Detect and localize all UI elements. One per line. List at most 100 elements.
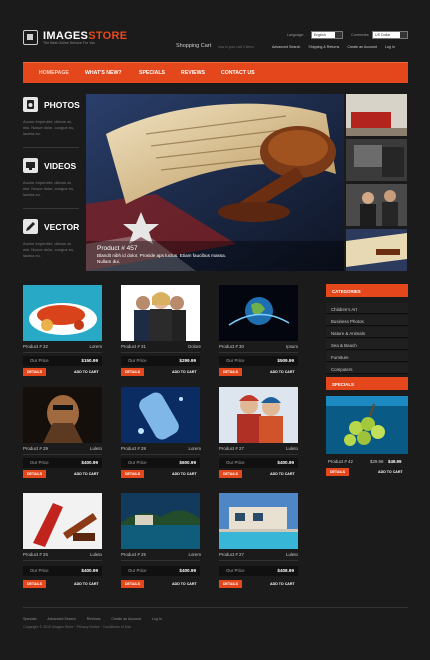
product-name[interactable]: Product # 32 <box>23 344 48 349</box>
divider <box>121 560 200 561</box>
currency-select[interactable]: US Dollar <box>372 31 408 39</box>
details-button[interactable]: DETAILS <box>23 470 46 478</box>
category-item[interactable]: Nature & Animals <box>326 327 408 338</box>
price-label: Our Price <box>226 460 245 465</box>
price-label: Our Price <box>226 358 245 363</box>
create-account-link[interactable]: Create an Account <box>347 45 377 49</box>
nav-reviews[interactable]: REVIEWS <box>181 70 205 76</box>
product-image-27[interactable] <box>219 387 298 443</box>
advanced-search-link[interactable]: Advanced Search <box>272 45 300 49</box>
vector-description: Auctor imperdiet, dictum at, nisi. Nosce… <box>23 241 75 259</box>
hero-thumb-4[interactable] <box>346 229 407 271</box>
hero-title[interactable]: Product # 457 <box>97 245 137 252</box>
add-to-cart-button[interactable]: ADD TO CART <box>172 470 197 478</box>
details-button[interactable]: DETAILS <box>219 470 242 478</box>
add-to-cart-button[interactable]: ADD TO CART <box>270 470 295 478</box>
details-button[interactable]: DETAILS <box>219 368 242 376</box>
product-name[interactable]: Product # 27 <box>219 552 244 557</box>
divider <box>23 352 102 353</box>
product-price: $400.99 <box>81 460 98 465</box>
footer-link-advanced-search[interactable]: Advanced Search <box>47 617 75 621</box>
footer-links: Specials Advanced Search Reviews Create … <box>23 617 172 621</box>
privacy-link[interactable]: Privacy Notice <box>77 625 100 629</box>
product-name[interactable]: Product # 31 <box>121 344 146 349</box>
shopping-cart-link[interactable]: Shopping Cart <box>176 43 211 49</box>
hero-thumb-2[interactable] <box>346 139 407 181</box>
details-button[interactable]: DETAILS <box>219 580 242 588</box>
product-brand: Lorem <box>188 446 201 451</box>
special-product-image[interactable] <box>326 396 408 454</box>
footer-link-login[interactable]: Log In <box>152 617 162 621</box>
hero-thumb-3[interactable] <box>346 184 407 226</box>
special-details-button[interactable]: DETAILS <box>326 468 349 476</box>
pen-icon[interactable] <box>23 219 38 234</box>
product-name[interactable]: Product # 30 <box>219 344 244 349</box>
details-button[interactable]: DETAILS <box>121 470 144 478</box>
add-to-cart-button[interactable]: ADD TO CART <box>172 368 197 376</box>
product-name[interactable]: Product # 25 <box>121 552 146 557</box>
product-image-30[interactable] <box>219 285 298 341</box>
product-price: $600.99 <box>179 460 196 465</box>
hero-thumb-1[interactable] <box>346 94 407 136</box>
section-title-vector[interactable]: VECTOR <box>44 222 79 232</box>
price-label: Our Price <box>30 568 49 573</box>
product-image-31[interactable] <box>121 285 200 341</box>
category-item[interactable]: Children's Art <box>326 303 408 314</box>
product-brand: Lorem <box>188 552 201 557</box>
details-button[interactable]: DETAILS <box>121 368 144 376</box>
divider <box>23 208 79 209</box>
divider <box>23 560 102 561</box>
conditions-link[interactable]: Conditions of Use <box>103 625 131 629</box>
add-to-cart-button[interactable]: ADD TO CART <box>172 580 197 588</box>
details-button[interactable]: DETAILS <box>23 580 46 588</box>
special-add-to-cart-button[interactable]: ADD TO CART <box>378 468 403 476</box>
product-name[interactable]: Product # 29 <box>23 446 48 451</box>
category-item[interactable]: Sea & Beach <box>326 339 408 350</box>
category-item[interactable]: Computers <box>326 363 408 374</box>
special-new-price: $49.99 <box>388 459 402 464</box>
product-price: $408.99 <box>277 568 294 573</box>
footer-link-reviews[interactable]: Reviews <box>87 617 101 621</box>
product-price: $400.99 <box>179 568 196 573</box>
login-link[interactable]: Log In <box>385 45 395 49</box>
product-name[interactable]: Product # 26 <box>23 552 48 557</box>
nav-contact-us[interactable]: CONTACT US <box>221 70 255 76</box>
product-image-25[interactable] <box>121 493 200 549</box>
special-product-name[interactable]: Product # 42 <box>328 459 353 464</box>
nav-specials[interactable]: SPECIALS <box>139 70 165 76</box>
category-item[interactable]: Furniture <box>326 351 408 362</box>
nav-whats-new[interactable]: WHAT'S NEW? <box>85 70 122 76</box>
category-item[interactable]: Business Photos <box>326 315 408 326</box>
add-to-cart-button[interactable]: ADD TO CART <box>74 368 99 376</box>
add-to-cart-button[interactable]: ADD TO CART <box>270 580 295 588</box>
product-image-27b[interactable] <box>219 493 298 549</box>
product-name[interactable]: Product # 27 <box>219 446 244 451</box>
footer-link-specials[interactable]: Specials <box>23 617 37 621</box>
section-title-videos[interactable]: VIDEOS <box>44 161 76 171</box>
price-label: Our Price <box>128 568 147 573</box>
details-button[interactable]: DETAILS <box>121 580 144 588</box>
product-image-28[interactable] <box>121 387 200 443</box>
product-price: $299.99 <box>179 358 196 363</box>
product-image-32[interactable] <box>23 285 102 341</box>
product-image-26[interactable] <box>23 493 102 549</box>
language-select[interactable]: English <box>311 31 343 39</box>
shipping-returns-link[interactable]: Shipping & Returns <box>308 45 339 49</box>
top-links: Advanced Search Shipping & Returns Creat… <box>272 45 402 49</box>
details-button[interactable]: DETAILS <box>23 368 46 376</box>
nav-homepage[interactable]: HOMEPAGE <box>39 70 69 76</box>
product-image-29[interactable] <box>23 387 102 443</box>
product-brand: Ipsum <box>286 344 298 349</box>
section-title-photos[interactable]: PHOTOS <box>44 100 80 110</box>
add-to-cart-button[interactable]: ADD TO CART <box>74 580 99 588</box>
add-to-cart-button[interactable]: ADD TO CART <box>270 368 295 376</box>
add-to-cart-button[interactable]: ADD TO CART <box>74 470 99 478</box>
product-brand: Luleto <box>286 446 298 451</box>
photos-description: Auctor imperdiet, dictum at, nisi. Nosce… <box>23 119 75 137</box>
footer-link-create-account[interactable]: Create an Account <box>111 617 141 621</box>
camera-icon[interactable] <box>23 97 38 112</box>
monitor-icon[interactable] <box>23 158 38 173</box>
videos-description: Auctor imperdiet, dictum at, nisi. Nosce… <box>23 180 75 198</box>
product-name[interactable]: Product # 28 <box>121 446 146 451</box>
divider <box>23 147 79 148</box>
